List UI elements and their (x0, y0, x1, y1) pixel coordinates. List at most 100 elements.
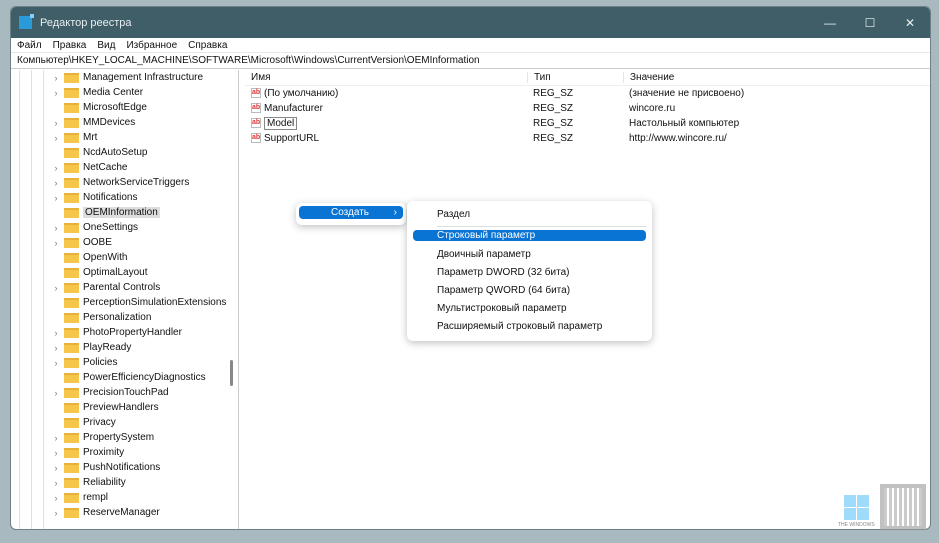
chevron-right-icon[interactable]: › (51, 433, 61, 443)
chevron-right-icon[interactable]: › (51, 463, 61, 473)
folder-icon (64, 252, 79, 263)
separator (437, 226, 646, 227)
tree-item[interactable]: OpenWith (11, 250, 238, 265)
tree-item[interactable]: › ReserveManager (11, 505, 238, 520)
tree-item[interactable]: › MMDevices (11, 115, 238, 130)
chevron-right-icon[interactable]: › (51, 88, 61, 98)
tree-item-label: PreviewHandlers (83, 402, 159, 413)
chevron-right-icon[interactable]: › (51, 178, 61, 188)
tree-item[interactable]: › Media Center (11, 85, 238, 100)
tree-item[interactable]: › OOBE (11, 235, 238, 250)
maximize-button[interactable]: ☐ (850, 16, 890, 30)
tree-item[interactable]: PerceptionSimulationExtensions (11, 295, 238, 310)
menu-file[interactable]: Файл (17, 40, 42, 51)
folder-icon (64, 132, 79, 143)
tree-item[interactable]: › Reliability (11, 475, 238, 490)
value-row[interactable]: ab SupportURL REG_SZ http://www.wincore.ru/ (245, 131, 930, 146)
folder-icon (64, 357, 79, 368)
menu-view[interactable]: Вид (97, 40, 115, 51)
key-tree: › Management Infrastructure › Media Center M… (11, 70, 239, 529)
value-row[interactable]: ab (По умолчанию) REG_SZ (значение не присв… (245, 86, 930, 101)
tree-item[interactable]: MicrosoftEdge (11, 100, 238, 115)
tree-item[interactable]: › PropertySystem (11, 430, 238, 445)
tree-item[interactable]: › rempl (11, 490, 238, 505)
menu-item-multi-string-value[interactable]: Мультистроковый параметр (413, 299, 646, 317)
chevron-right-icon[interactable]: › (51, 358, 61, 368)
menu-item-expandable-string-value[interactable]: Расширяемый строковый параметр (413, 317, 646, 335)
chevron-right-icon[interactable]: › (51, 118, 61, 128)
chevron-right-icon[interactable]: › (51, 493, 61, 503)
value-row[interactable]: ab Manufacturer REG_SZ wincore.ru (245, 101, 930, 116)
tree-item[interactable]: › PlayReady (11, 340, 238, 355)
tree-item[interactable]: NcdAutoSetup (11, 145, 238, 160)
tree-item[interactable]: › Proximity (11, 445, 238, 460)
tree-item[interactable]: OptimalLayout (11, 265, 238, 280)
address-bar[interactable]: Компьютер\HKEY_LOCAL_MACHINE\SOFTWARE\Mi… (11, 53, 930, 69)
value-row[interactable]: ab Model REG_SZ Настольный компьютер (245, 116, 930, 131)
tree-item[interactable]: › Management Infrastructure (11, 70, 238, 85)
tree-item[interactable]: › NetCache (11, 160, 238, 175)
menu-item-key[interactable]: Раздел (413, 205, 646, 223)
menu-item-binary-value[interactable]: Двоичный параметр (413, 245, 646, 263)
chevron-right-icon[interactable]: › (51, 448, 61, 458)
menu-item-string-value[interactable]: Строковый параметр (413, 230, 646, 241)
chevron-right-icon[interactable]: › (51, 133, 61, 143)
chevron-right-icon[interactable]: › (51, 163, 61, 173)
tree-item[interactable]: › PushNotifications (11, 460, 238, 475)
folder-icon (64, 177, 79, 188)
chevron-right-icon[interactable]: › (51, 343, 61, 353)
tree-item[interactable]: › PhotoPropertyHandler (11, 325, 238, 340)
tree-item[interactable]: PreviewHandlers (11, 400, 238, 415)
tree-item[interactable]: Privacy (11, 415, 238, 430)
folder-icon (64, 447, 79, 458)
column-name[interactable]: Имя (245, 72, 527, 83)
chevron-right-icon[interactable]: › (51, 223, 61, 233)
tree-item[interactable]: › NetworkServiceTriggers (11, 175, 238, 190)
chevron-right-icon[interactable]: › (51, 328, 61, 338)
column-type[interactable]: Тип (527, 72, 623, 83)
tree-item[interactable]: › PrecisionTouchPad (11, 385, 238, 400)
value-name: SupportURL (264, 133, 320, 144)
close-button[interactable]: ✕ (890, 16, 930, 30)
chevron-right-icon[interactable]: › (51, 478, 61, 488)
tree-item[interactable]: OEMInformation (11, 205, 238, 220)
folder-icon (64, 387, 79, 398)
menu-item-qword-value[interactable]: Параметр QWORD (64 бита) (413, 281, 646, 299)
chevron-right-icon[interactable]: › (51, 508, 61, 518)
folder-icon (64, 237, 79, 248)
chevron-right-icon[interactable]: › (51, 73, 61, 83)
menu-item-create[interactable]: Создать › (299, 206, 403, 219)
tree-item[interactable]: › Policies (11, 355, 238, 370)
window-title: Редактор реестра (40, 16, 132, 29)
tree-item[interactable]: › Mrt (11, 130, 238, 145)
tree-item[interactable]: › Notifications (11, 190, 238, 205)
menu-edit[interactable]: Правка (53, 40, 87, 51)
folder-icon (64, 402, 79, 413)
tree-item[interactable]: › Parental Controls (11, 280, 238, 295)
menu-help[interactable]: Справка (188, 40, 227, 51)
tree-item-label: PushNotifications (83, 462, 161, 473)
tree-item[interactable]: › OneSettings (11, 220, 238, 235)
tree-item-label: OpenWith (83, 252, 128, 263)
tree-item[interactable]: PowerEfficiencyDiagnostics (11, 370, 238, 385)
minimize-button[interactable]: — (810, 16, 850, 30)
chevron-right-icon[interactable]: › (51, 193, 61, 203)
chevron-right-icon[interactable]: › (51, 388, 61, 398)
menu-bar: Файл Правка Вид Избранное Справка (11, 38, 930, 53)
folder-icon (64, 162, 79, 173)
chevron-right-icon[interactable]: › (51, 238, 61, 248)
regedit-icon (19, 14, 34, 29)
tree-item-label: PerceptionSimulationExtensions (83, 297, 227, 308)
tree-item-label: Proximity (83, 447, 125, 458)
tree-item-label: PlayReady (83, 342, 132, 353)
menu-favorites[interactable]: Избранное (126, 40, 177, 51)
value-type: REG_SZ (533, 88, 574, 99)
tree-item-label: Privacy (83, 417, 116, 428)
value-data: Настольный компьютер (629, 118, 740, 129)
chevron-right-icon: › (393, 207, 397, 218)
menu-item-dword-value[interactable]: Параметр DWORD (32 бита) (413, 263, 646, 281)
tree-item[interactable]: Personalization (11, 310, 238, 325)
column-value[interactable]: Значение (623, 72, 863, 83)
chevron-right-icon[interactable]: › (51, 283, 61, 293)
tree-item-label: NetCache (83, 162, 128, 173)
